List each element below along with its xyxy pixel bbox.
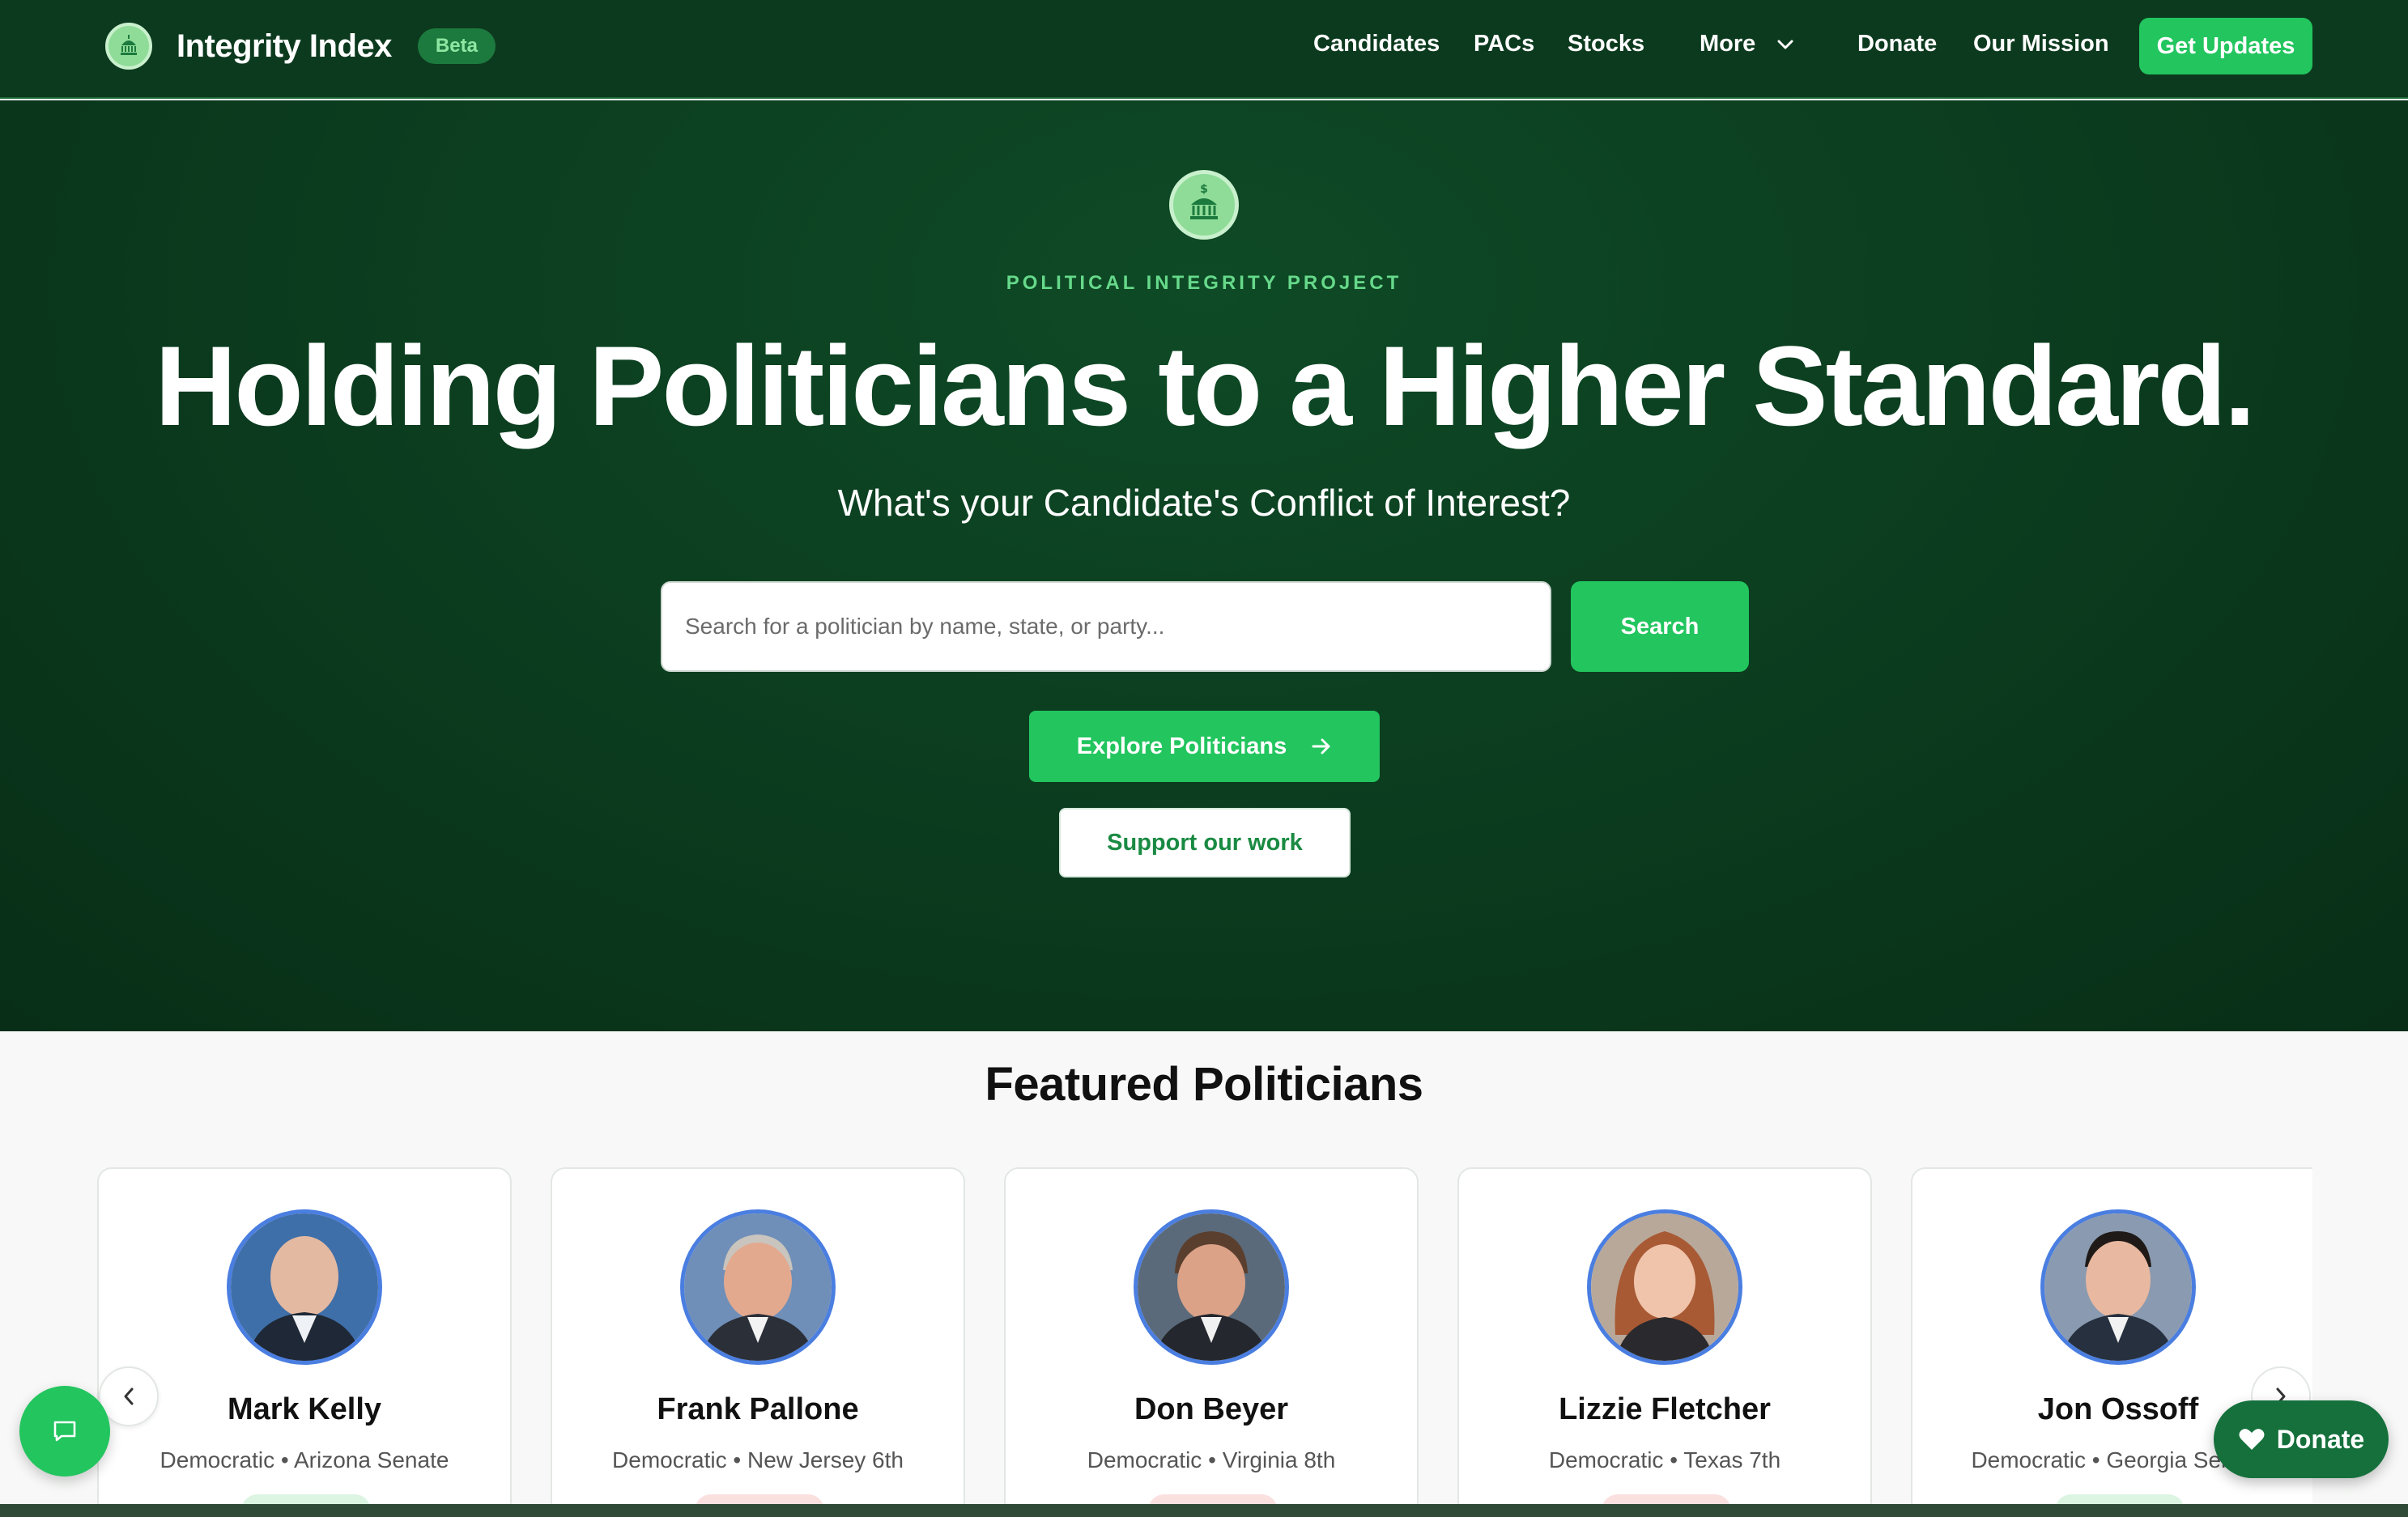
avatar — [2040, 1209, 2196, 1365]
avatar — [227, 1209, 382, 1365]
chat-icon — [53, 1421, 76, 1442]
get-updates-button[interactable]: Get Updates — [2139, 18, 2312, 74]
politician-name: Don Beyer — [1134, 1392, 1289, 1426]
politician-office: Arizona Senate — [293, 1447, 449, 1472]
politician-name: Lizzie Fletcher — [1559, 1392, 1771, 1426]
politician-meta: Democratic • Arizona Senate — [160, 1447, 449, 1472]
politician-party: Democratic — [1087, 1447, 1202, 1472]
politician-name: Mark Kelly — [227, 1392, 382, 1426]
explore-politicians-button[interactable]: Explore Politicians — [1029, 711, 1380, 782]
nav-more-label: More — [1700, 31, 1756, 57]
svg-text:$: $ — [1200, 183, 1208, 196]
avatar — [1587, 1209, 1742, 1365]
politician-meta: Democratic • Texas 7th — [1548, 1447, 1781, 1472]
politician-party: Democratic — [1971, 1447, 2087, 1472]
donate-floating-label: Donate — [2276, 1424, 2365, 1454]
nav-our-mission[interactable]: Our Mission — [1973, 31, 2109, 57]
capitol-dollar-logo-icon: $ — [1169, 170, 1239, 240]
politician-meta: Democratic • New Jersey 6th — [612, 1447, 904, 1472]
nav-more-dropdown[interactable]: More — [1700, 31, 1794, 57]
search-button[interactable]: Search — [1571, 581, 1749, 672]
top-navbar: Integrity Index Beta Candidates PACs Sto… — [0, 0, 2408, 99]
hero-subhead: What's your Candidate's Conflict of Inte… — [837, 482, 1571, 524]
politician-meta: Democratic • Virginia 8th — [1087, 1447, 1336, 1472]
politician-card[interactable]: Don Beyer Democratic • Virginia 8th — [1004, 1167, 1419, 1507]
avatar — [1134, 1209, 1289, 1365]
nav-stocks[interactable]: Stocks — [1568, 31, 1644, 57]
hero-headline: Holding Politicians to a Higher Standard… — [155, 322, 2256, 449]
arrow-right-icon — [1312, 738, 1330, 754]
chevron-left-icon — [124, 1387, 134, 1405]
politician-name: Frank Pallone — [657, 1392, 859, 1426]
nav-donate[interactable]: Donate — [1857, 31, 1937, 57]
politician-office: Virginia 8th — [1222, 1447, 1336, 1472]
hero-section — [0, 100, 2408, 1031]
politician-party: Democratic — [1548, 1447, 1664, 1472]
politician-card[interactable]: Frank Pallone Democratic • New Jersey 6t… — [551, 1167, 965, 1507]
nav-links: Candidates PACs Stocks More Donate Our M… — [0, 0, 2408, 97]
avatar — [680, 1209, 836, 1365]
window-bottom-edge — [0, 1504, 2408, 1517]
chat-button[interactable] — [19, 1386, 110, 1477]
politician-party: Democratic — [612, 1447, 727, 1472]
nav-candidates[interactable]: Candidates — [1313, 31, 1440, 57]
politician-card[interactable]: Mark Kelly Democratic • Arizona Senate — [97, 1167, 512, 1507]
heart-icon — [2239, 1429, 2265, 1450]
politician-office: New Jersey 6th — [747, 1447, 904, 1472]
featured-politicians-title: Featured Politicians — [985, 1058, 1423, 1111]
nav-pacs[interactable]: PACs — [1474, 31, 1534, 57]
featured-carousel: Mark Kelly Democratic • Arizona Senate F… — [97, 1167, 2312, 1507]
hero-eyebrow: POLITICAL INTEGRITY PROJECT — [1006, 272, 1402, 294]
explore-politicians-label: Explore Politicians — [1076, 733, 1287, 759]
politician-party: Democratic — [160, 1447, 275, 1472]
politician-office: Texas 7th — [1683, 1447, 1781, 1472]
chevron-down-icon — [1777, 40, 1793, 49]
donate-floating-button[interactable]: Donate — [2214, 1400, 2389, 1478]
politician-card[interactable]: Lizzie Fletcher Democratic • Texas 7th — [1457, 1167, 1872, 1507]
support-our-work-button[interactable]: Support our work — [1059, 808, 1351, 877]
politician-search-input[interactable] — [661, 581, 1551, 672]
